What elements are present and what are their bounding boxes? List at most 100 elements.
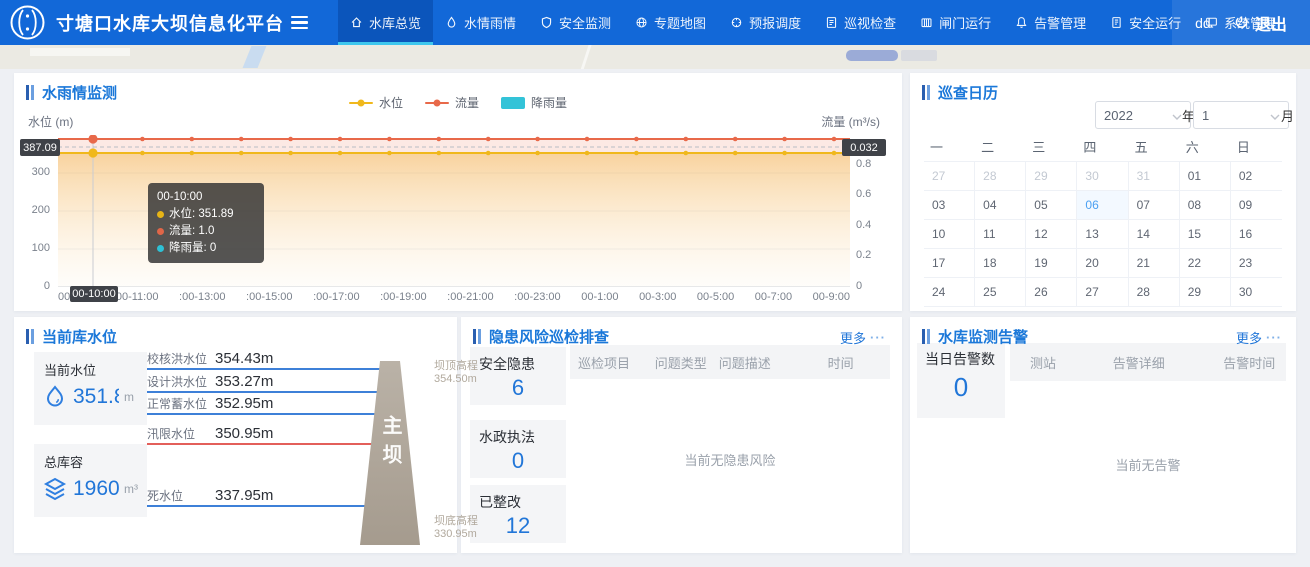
menu-toggle-icon[interactable]	[291, 16, 308, 29]
map-icon	[635, 16, 648, 29]
calendar-day[interactable]: 15	[1180, 220, 1231, 249]
nav-item[interactable]: 专题地图	[623, 0, 718, 45]
stat-card: 安全隐患 6	[470, 347, 566, 405]
current-level-label: 当前水位	[34, 352, 147, 379]
scrollbar-thumb[interactable]	[846, 50, 898, 61]
calendar-day[interactable]: 29	[1026, 162, 1077, 191]
month-unit-label: 月	[1281, 106, 1294, 125]
nav-item-label: 水库总览	[369, 13, 421, 32]
calendar-day[interactable]: 03	[924, 191, 975, 220]
calendar-day[interactable]: 07	[1129, 191, 1180, 220]
calendar-day[interactable]: 01	[1180, 162, 1231, 191]
calendar-day[interactable]: 25	[975, 278, 1026, 307]
tooltip-row: 水位351.89	[157, 206, 255, 223]
calendar-day[interactable]: 18	[975, 249, 1026, 278]
calendar-day[interactable]: 12	[1026, 220, 1077, 249]
nav-item-label: 专题地图	[654, 13, 706, 32]
legend-item[interactable]: 流量	[425, 94, 479, 111]
calendar-day[interactable]: 24	[924, 278, 975, 307]
alarm-table-header: 测站告警详细告警时间	[1010, 343, 1286, 381]
calendar-day[interactable]: 14	[1129, 220, 1180, 249]
user-area: dd 退出	[1172, 0, 1310, 45]
ellipsis-icon: ···	[870, 330, 886, 345]
calendar-day[interactable]: 10	[924, 220, 975, 249]
calendar-day[interactable]: 11	[975, 220, 1026, 249]
legend-item[interactable]: 水位	[349, 94, 403, 111]
calendar-day[interactable]: 02	[1231, 162, 1282, 191]
stat-label: 水政执法	[470, 420, 566, 447]
nav-item[interactable]: 安全监测	[528, 0, 623, 45]
stat-value: 6	[470, 375, 566, 401]
month-select[interactable]: 1	[1193, 101, 1289, 129]
calendar-day[interactable]: 23	[1231, 249, 1282, 278]
weekday-label: 六	[1180, 137, 1231, 156]
chart-legend: 水位 流量 降雨量	[14, 94, 902, 111]
calendar-day[interactable]: 08	[1180, 191, 1231, 220]
banner-strip	[0, 45, 1310, 69]
panel-inspection-calendar: 巡查日历 2022 年 1 月 一二三四五六日 2728293031010203…	[910, 73, 1296, 311]
bell-icon	[1015, 16, 1028, 29]
year-select[interactable]: 2022	[1095, 101, 1191, 129]
calendar-day[interactable]: 04	[975, 191, 1026, 220]
level-line-label: 汛限水位	[147, 425, 195, 442]
app-title: 寸塘口水库大坝信息化平台	[56, 0, 284, 45]
nav-item-label: 告警管理	[1034, 13, 1086, 32]
calendar-day[interactable]: 30	[1077, 162, 1128, 191]
safety-icon	[1110, 16, 1123, 29]
calendar-day[interactable]: 16	[1231, 220, 1282, 249]
weekday-label: 四	[1077, 137, 1128, 156]
alarm-empty-text: 当前无告警	[1010, 455, 1286, 474]
calendar-day[interactable]: 27	[1077, 278, 1128, 307]
alarm-count-value: 0	[917, 372, 1005, 403]
nav-item[interactable]: 巡视检查	[813, 0, 908, 45]
logo	[9, 4, 46, 46]
panel-title: 水雨情监测	[26, 82, 117, 103]
title-bars-icon	[26, 329, 34, 344]
panel-title: 当前库水位	[26, 326, 117, 347]
more-link[interactable]: 更多 ···	[840, 328, 886, 347]
more-link[interactable]: 更多 ···	[1236, 328, 1282, 347]
nav-item-label: 水情雨情	[464, 13, 516, 32]
logout-button[interactable]: 退出	[1234, 11, 1287, 35]
nav-item[interactable]: 水情雨情	[433, 0, 528, 45]
calendar-day[interactable]: 19	[1026, 249, 1077, 278]
axis-pointer-left-label: 387.09	[20, 139, 60, 156]
weekday-label: 五	[1129, 137, 1180, 156]
legend-item[interactable]: 降雨量	[501, 94, 567, 111]
chevron-down-icon	[1172, 108, 1182, 123]
calendar-day[interactable]: 29	[1180, 278, 1231, 307]
calendar-day[interactable]: 13	[1077, 220, 1128, 249]
calendar-day[interactable]: 17	[924, 249, 975, 278]
calendar-day[interactable]: 28	[1129, 278, 1180, 307]
current-level-card: 当前水位 351.8 m	[34, 352, 147, 425]
level-line-label: 校核洪水位	[147, 350, 207, 367]
level-line-value: 352.95m	[215, 395, 273, 412]
level-line-value: 350.95m	[215, 425, 273, 442]
calendar-day[interactable]: 28	[975, 162, 1026, 191]
calendar-day[interactable]: 20	[1077, 249, 1128, 278]
calendar-day[interactable]: 09	[1231, 191, 1282, 220]
calendar-day[interactable]: 26	[1026, 278, 1077, 307]
calendar-day[interactable]: 30	[1231, 278, 1282, 307]
calendar-day[interactable]: 31	[1129, 162, 1180, 191]
capacity-value: 1960	[73, 477, 119, 501]
calendar-day[interactable]: 05	[1026, 191, 1077, 220]
stat-label: 安全隐患	[470, 347, 566, 374]
calendar-day[interactable]: 27	[924, 162, 975, 191]
nav-item[interactable]: 预报调度	[718, 0, 813, 45]
dispatch-icon	[730, 16, 743, 29]
panel-title: 巡查日历	[922, 82, 998, 103]
tooltip-rows: 水位351.89 流量1.0 降雨量0	[157, 206, 255, 257]
username[interactable]: dd	[1195, 15, 1211, 31]
nav-item[interactable]: 告警管理	[1003, 0, 1098, 45]
nav-item[interactable]: 闸门运行	[908, 0, 1003, 45]
nav-item[interactable]: 水库总览	[338, 0, 433, 45]
level-line-value: 354.43m	[215, 350, 273, 367]
column-header: 告警时间	[1203, 353, 1286, 372]
level-line-label: 设计洪水位	[147, 373, 207, 390]
calendar-day[interactable]: 21	[1129, 249, 1180, 278]
calendar-weekday-header: 一二三四五六日	[924, 133, 1282, 159]
weekday-label: 三	[1026, 137, 1077, 156]
calendar-day[interactable]: 22	[1180, 249, 1231, 278]
calendar-day[interactable]: 06	[1077, 191, 1128, 220]
